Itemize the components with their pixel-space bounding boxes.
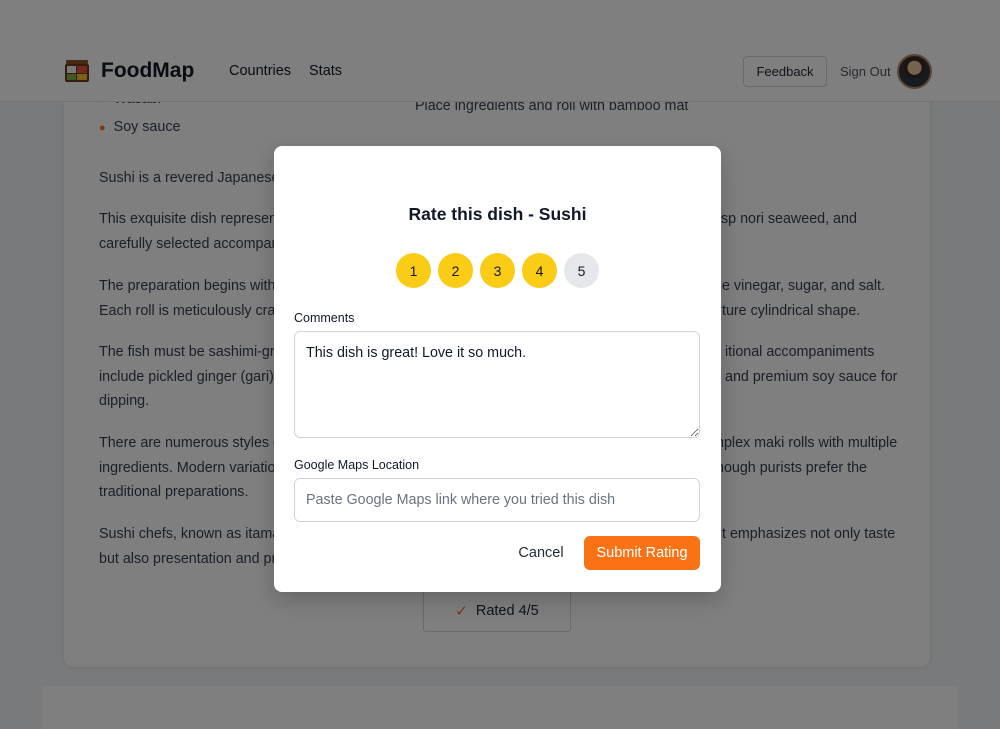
cancel-button[interactable]: Cancel [508, 536, 574, 570]
rating-option-2[interactable]: 2 [438, 253, 473, 288]
rating-option-4[interactable]: 4 [522, 253, 557, 288]
modal-title: Rate this dish - Sushi [408, 204, 587, 224]
rating-selector: 1 2 3 4 5 [396, 253, 599, 288]
rating-option-5[interactable]: 5 [564, 253, 599, 288]
rating-option-1[interactable]: 1 [396, 253, 431, 288]
maps-location-input[interactable] [294, 478, 700, 522]
rating-option-3[interactable]: 3 [480, 253, 515, 288]
maps-location-label: Google Maps Location [294, 458, 420, 472]
comments-textarea[interactable]: This dish is great! Love it so much. [294, 331, 700, 438]
comments-label: Comments [294, 311, 355, 325]
rate-dish-modal: Rate this dish - Sushi 1 2 3 4 5 Comment… [274, 146, 721, 592]
submit-rating-button[interactable]: Submit Rating [584, 536, 700, 570]
